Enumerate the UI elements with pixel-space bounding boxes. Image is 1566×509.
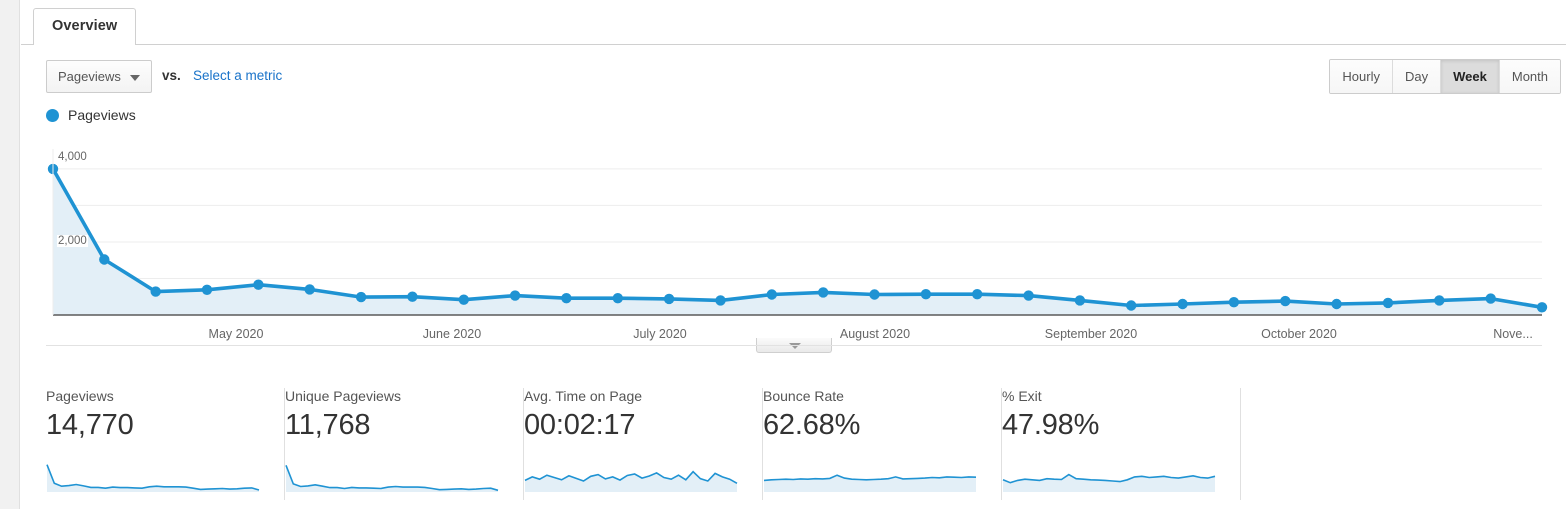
chart-data-point[interactable] [766, 289, 777, 300]
chart-data-point[interactable] [509, 290, 521, 301]
chart-bottom-divider [46, 345, 1542, 346]
chart-data-point[interactable] [1485, 293, 1496, 304]
select-a-metric-link[interactable]: Select a metric [193, 68, 282, 83]
metric-summary-cards: Pageviews 14,770 Unique Pageviews 11,768 Avg… [46, 388, 1546, 500]
chart-data-point[interactable] [304, 284, 315, 295]
granularity-button-hourly[interactable]: Hourly [1330, 60, 1393, 93]
x-axis-tick-label: May 2020 [209, 327, 264, 341]
x-axis-tick-label: September 2020 [1045, 327, 1137, 341]
chart-data-point[interactable] [612, 293, 623, 304]
granularity-button-day[interactable]: Day [1393, 60, 1442, 93]
chart-data-point[interactable] [1331, 298, 1342, 310]
chart-data-point[interactable] [818, 287, 829, 298]
chart-canvas: May 2020 June 2020 July 2020 August 2020 Sep… [47, 149, 1548, 341]
metric-selector-row: Pageviews vs. Select a metric Hourly Day W… [21, 45, 1566, 99]
legend-series-dot-icon [46, 108, 59, 122]
x-axis-tick-label: October 2020 [1261, 327, 1337, 341]
metric-card-value: 11,768 [285, 409, 371, 441]
tab-overview-label: Overview [52, 18, 118, 34]
metric-card-value: 47.98% [1002, 409, 1100, 441]
y-axis-label-upper: 4,000 [57, 151, 88, 163]
chart-data-point[interactable] [715, 295, 726, 306]
chart-data-point[interactable] [972, 289, 983, 300]
chart-data-point[interactable] [1536, 302, 1548, 313]
chart-data-point[interactable] [458, 294, 469, 305]
metric-card-sparkline [1002, 473, 1216, 492]
chart-data-point[interactable] [201, 284, 213, 295]
chevron-down-icon [789, 343, 801, 349]
pageviews-timeline-chart[interactable]: May 2020 June 2020 July 2020 August 2020 Sep… [21, 139, 1566, 347]
vs-label: vs. [162, 68, 181, 83]
metric-card-title: Unique Pageviews [285, 388, 401, 404]
x-axis-tick-label: August 2020 [840, 327, 910, 341]
metric-card[interactable]: Unique Pageviews 11,768 [285, 388, 524, 500]
chart-data-point[interactable] [1074, 295, 1086, 306]
chart-data-point[interactable] [1023, 290, 1034, 301]
metric-card-sparkline [46, 464, 260, 492]
chart-data-point[interactable] [150, 286, 161, 297]
chart-data-point[interactable] [561, 293, 572, 304]
x-axis-tick-label: July 2020 [633, 327, 687, 341]
chart-data-point[interactable] [920, 289, 932, 300]
chevron-down-icon [130, 75, 140, 81]
chart-data-point[interactable] [407, 291, 418, 302]
metric-card[interactable]: Bounce Rate 62.68% [763, 388, 1002, 500]
chart-data-point[interactable] [1434, 295, 1445, 306]
chart-data-point[interactable] [99, 254, 110, 265]
metric-card-title: Bounce Rate [763, 388, 844, 404]
chart-legend[interactable]: Pageviews [46, 107, 136, 123]
x-axis-tick-label: Nove... [1493, 327, 1533, 341]
y-axis-label-lower: 2,000 [57, 235, 88, 247]
chart-data-point[interactable] [1280, 295, 1291, 307]
report-tab-strip: Overview [21, 0, 1566, 45]
metric-dropdown[interactable]: Pageviews [46, 60, 152, 93]
metric-card-sparkline [763, 474, 977, 492]
metric-card-title: Avg. Time on Page [524, 388, 643, 404]
left-gutter [0, 0, 20, 509]
metric-card-title: % Exit [1002, 388, 1042, 404]
legend-series-label: Pageviews [68, 107, 136, 123]
metric-card-value: 14,770 [46, 409, 134, 441]
x-axis-tick-label: June 2020 [423, 327, 481, 341]
metric-card[interactable]: % Exit 47.98% [1002, 388, 1241, 500]
chart-data-point[interactable] [355, 291, 367, 303]
metric-card-sparkline [524, 470, 738, 492]
metric-card-title: Pageviews [46, 388, 114, 404]
chart-data-point[interactable] [1126, 300, 1137, 311]
chart-data-point[interactable] [1177, 298, 1188, 310]
chart-data-point[interactable] [253, 279, 264, 290]
chart-data-point[interactable] [1228, 297, 1240, 308]
overview-report-page: Overview Pageviews vs. Select a metric H… [21, 0, 1566, 509]
chart-data-point[interactable] [663, 293, 675, 305]
metric-card-value: 62.68% [763, 409, 861, 441]
chart-data-point[interactable] [869, 289, 880, 300]
granularity-button-month[interactable]: Month [1499, 60, 1560, 93]
metric-card[interactable]: Pageviews 14,770 [46, 388, 285, 500]
chart-data-point[interactable] [1382, 297, 1394, 309]
tab-overview[interactable]: Overview [33, 8, 137, 45]
granularity-button-week[interactable]: Week [1441, 60, 1500, 93]
metric-card-sparkline [285, 465, 499, 492]
granularity-button-group: Hourly Day Week Month [1329, 59, 1561, 94]
metric-card[interactable]: Avg. Time on Page 00:02:17 [524, 388, 763, 500]
metric-dropdown-value: Pageviews [58, 69, 121, 84]
metric-card-value: 00:02:17 [524, 409, 636, 441]
